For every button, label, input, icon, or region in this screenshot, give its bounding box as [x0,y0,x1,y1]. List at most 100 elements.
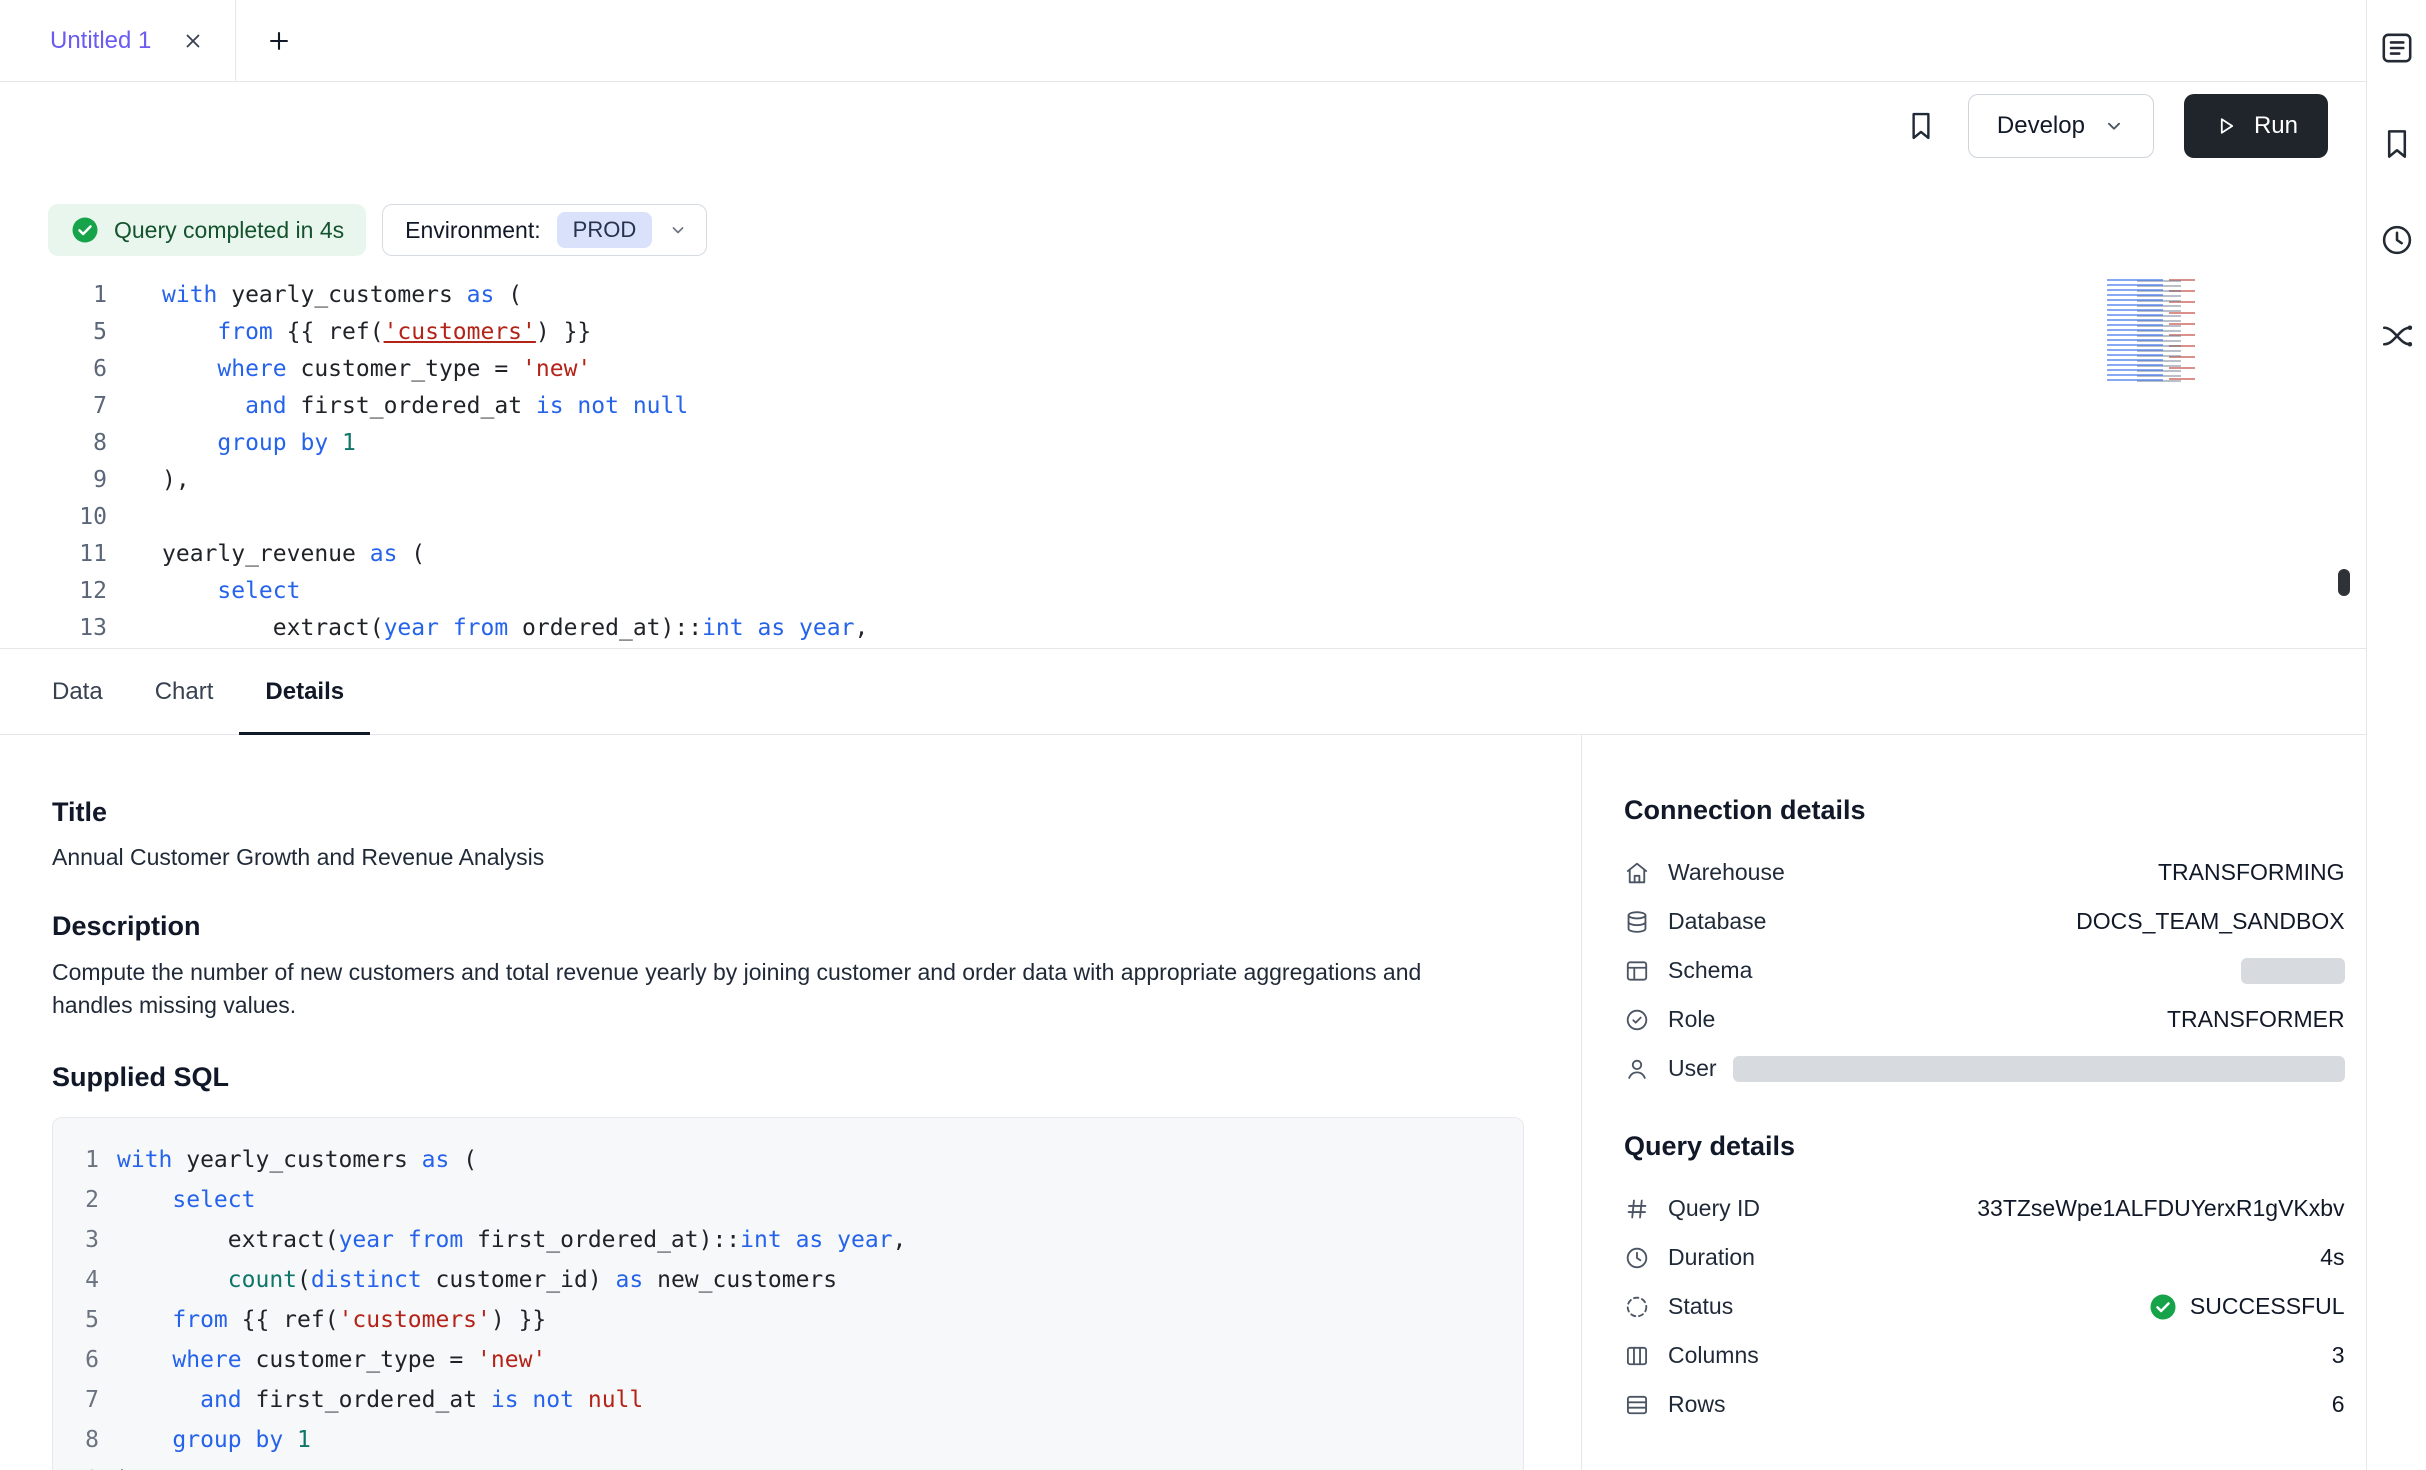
close-icon[interactable] [181,29,205,53]
editor-scrollbar-thumb[interactable] [2338,569,2350,596]
results-tab-chart[interactable]: Chart [129,649,240,734]
detail-label: Warehouse [1668,859,1785,886]
detail-label: Role [1668,1006,1715,1033]
main-column: Untitled 1 Develop Run [0,0,2366,1470]
environment-selector[interactable]: Environment: PROD [382,204,707,256]
results-tab-details[interactable]: Details [239,649,370,734]
detail-row-database: Database DOCS_TEAM_SANDBOX [1624,897,2345,946]
rows-icon [1624,1392,1650,1418]
line-number: 6 [0,351,107,388]
detail-value: 6 [2332,1391,2345,1418]
code-text: yearly_revenue as ( [162,536,425,573]
detail-value: DOCS_TEAM_SANDBOX [2076,908,2344,935]
code-text: extract(year from ordered_at)::int as ye… [162,610,868,647]
detail-label: Duration [1668,1244,1755,1271]
detail-value [2241,958,2345,984]
code-text: select [162,573,300,610]
minimap[interactable] [2097,279,2215,383]
supplied-sql-line: 7 and first_ordered_at is not null [53,1380,1523,1420]
supplied-sql-line: 3 extract(year from first_ordered_at)::i… [53,1220,1523,1260]
connection-details-rows: Warehouse TRANSFORMING Database DOCS_TEAM_S… [1624,848,2345,1093]
database-icon [1624,909,1650,935]
code-text: from {{ ref('customers') }} [162,314,591,351]
line-number: 12 [0,573,107,610]
supplied-sql-heading: Supplied SQL [52,1062,1521,1093]
details-right-column: Connection details WarehouseTRANSFORMING… [1581,735,2397,1470]
status-text: SUCCESSFUL [2190,1293,2345,1320]
chevron-down-icon [2103,115,2125,137]
code-text: and first_ordered_at is not null [162,388,688,425]
details-panel: Title Annual Customer Growth and Revenue… [0,735,2366,1470]
editor-line: 10 [0,499,2366,536]
run-button[interactable]: Run [2184,94,2328,158]
detail-label: Columns [1668,1342,1759,1369]
outline-icon [2379,30,2415,66]
schema-icon [1624,958,1650,984]
detail-value: 4s [2320,1244,2344,1271]
editor-line: 5 from {{ ref('customers') }} [0,314,2366,351]
chevron-down-icon [668,220,688,240]
history-panel-button[interactable] [2377,220,2417,260]
sql-editor[interactable]: 1with yearly_customers as (5 from {{ ref… [0,277,2366,649]
warehouse-icon [1624,860,1650,886]
environment-label: Environment: [405,217,541,244]
code-text: count(distinct customer_id) as new_custo… [117,1260,837,1300]
editor-line: 9), [0,462,2366,499]
supplied-sql-block: 1with yearly_customers as (2 select3 ext… [52,1117,1524,1470]
run-label: Run [2254,112,2298,140]
editor-line: 1with yearly_customers as ( [0,277,2366,314]
detail-label: Database [1668,908,1766,935]
app-root: Untitled 1 Develop Run [0,0,2426,1470]
detail-label: Query ID [1668,1195,1760,1222]
query-status-text: Query completed in 4s [114,217,344,244]
supplied-sql-line: 5 from {{ ref('customers') }} [53,1300,1523,1340]
supplied-sql-line: 1with yearly_customers as ( [53,1140,1523,1180]
code-text: group by 1 [117,1420,311,1460]
query-status-pill: Query completed in 4s [48,204,366,256]
detail-row-columns: Columns3 [1624,1331,2345,1380]
editor-line: 6 where customer_type = 'new' [0,351,2366,388]
plus-icon [265,27,293,55]
user-icon [1624,1056,1650,1082]
tab-label: Untitled 1 [50,27,151,55]
detail-value: TRANSFORMING [2158,859,2345,886]
code-text: select [117,1180,255,1220]
code-text: where customer_type = 'new' [117,1340,546,1380]
editor-line: 13 extract(year from ordered_at)::int as… [0,610,2366,647]
detail-label: Rows [1668,1391,1726,1418]
line-number: 10 [0,499,107,536]
bookmark-button[interactable] [1904,109,1938,143]
hash-icon [1624,1196,1650,1222]
detail-value [1733,1056,2345,1082]
line-number: 7 [53,1380,99,1420]
detail-row-status: StatusSUCCESSFUL [1624,1282,2345,1331]
outline-panel-button[interactable] [2377,28,2417,68]
lineage-panel-button[interactable] [2377,316,2417,356]
editor-line: 12 select [0,573,2366,610]
develop-label: Develop [1997,112,2085,140]
status-row: Query completed in 4s Environment: PROD [48,204,2366,256]
play-icon [2214,114,2238,138]
develop-dropdown[interactable]: Develop [1968,94,2154,158]
query-details-rows: Query ID33TZseWpe1ALFDUYerxR1gVKxbvDurat… [1624,1184,2345,1429]
bookmarks-panel-button[interactable] [2377,124,2417,164]
tab-untitled-1[interactable]: Untitled 1 [0,0,236,81]
code-text: with yearly_customers as ( [162,277,522,314]
detail-row-query-id: Query ID33TZseWpe1ALFDUYerxR1gVKxbv [1624,1184,2345,1233]
results-tab-data[interactable]: Data [26,649,129,734]
bookmark-icon [2379,126,2415,162]
line-number: 8 [53,1420,99,1460]
code-text: and first_ordered_at is not null [117,1380,643,1420]
detail-row-duration: Duration 4s [1624,1233,2345,1282]
tab-bar: Untitled 1 [0,0,2366,82]
line-number: 11 [0,536,107,573]
detail-label: User [1668,1055,1717,1082]
title-heading: Title [52,797,1521,828]
code-text: ), [117,1460,145,1470]
history-icon [2379,222,2415,258]
columns-icon [1624,1343,1650,1369]
new-tab-button[interactable] [236,0,322,81]
line-number: 7 [0,388,107,425]
supplied-sql-line: 4 count(distinct customer_id) as new_cus… [53,1260,1523,1300]
detail-value: TRANSFORMER [2167,1006,2345,1033]
